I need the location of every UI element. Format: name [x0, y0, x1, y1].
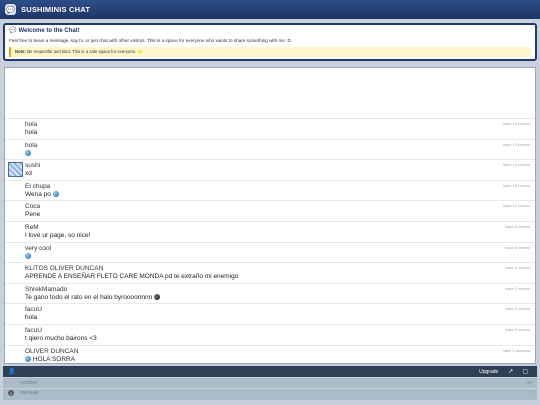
chat-message: Coca Pene hace 12 meses — [5, 200, 535, 221]
message-input[interactable]: mensaje — [20, 389, 39, 397]
user-icon[interactable]: 👤 — [8, 368, 15, 375]
emoji-icon — [25, 149, 31, 156]
welcome-panel: 💬 Welcome to the Chat! Feel free to leav… — [3, 23, 537, 61]
input-divider — [3, 388, 537, 389]
message-author: ReM — [25, 224, 39, 231]
chat-message: facuU t qiero mucho bairons <3 hace 2 mese… — [5, 324, 535, 345]
app-header: 💬 SUSHIMINIS CHAT — [0, 0, 540, 19]
message-author: OLIVER DUNCAN — [25, 347, 79, 355]
message-author: KLITOS OLIVER DUNCAN — [25, 265, 104, 273]
message-text: Wena po — [25, 191, 59, 198]
message-body: hola — [25, 314, 38, 322]
name-input[interactable]: nombre — [20, 379, 37, 387]
chat-message: hola hace 13 meses — [5, 138, 535, 160]
message-text — [25, 149, 31, 157]
avatar — [8, 162, 23, 178]
welcome-text: Feel free to leave a message, say hi, or… — [9, 38, 293, 43]
message-text: I love ur page, so nice! — [25, 232, 90, 239]
chat-message: KLITOS OLIVER DUNCAN APRENDE A ENSEÑAR FL… — [5, 262, 535, 283]
welcome-title-text: Welcome to the Chat! — [18, 27, 80, 34]
message-time: hace 13 meses — [502, 182, 530, 188]
message-text — [25, 252, 31, 260]
message-author: hola — [25, 141, 38, 149]
message-body: hola — [25, 129, 38, 136]
message-author: Coca — [25, 203, 41, 211]
message-form: nombre 40 ☺ mensaje ? — [3, 378, 537, 400]
message-author: sushi — [25, 162, 41, 170]
emoji-icon — [25, 252, 31, 259]
chat-messages[interactable]: hola hola hace 13 meses hola hace 13 meses su… — [4, 67, 536, 364]
message-time: hace 2 meses — [505, 285, 530, 291]
chat-toolbar: 👤 Upgrade ↗ ▢ — [3, 366, 537, 377]
message-author: very cool — [25, 244, 52, 252]
message-body: Te gano todo el rato en el halo byroooon… — [25, 293, 153, 301]
message-time: hace 12 meses — [502, 203, 530, 209]
message-time: hace 2 meses — [505, 306, 530, 312]
smiley-icon[interactable]: ☺ — [8, 390, 14, 396]
upgrade-link[interactable]: Upgrade — [479, 369, 498, 375]
message-body: t qiero mucho bairons <3 — [25, 335, 97, 342]
message-body: xd — [25, 170, 32, 178]
message-author: hola — [25, 121, 38, 128]
chat-message: hola hola hace 13 meses — [5, 118, 535, 139]
chat-message: ShrekMamado Te gano todo el rato en el ha… — [5, 282, 535, 304]
message-author: ShrekMamado — [25, 285, 68, 293]
chat-message: ReM I love ur page, so nice! hace 5 meses — [5, 221, 535, 242]
app-title: SUSHIMINIS CHAT — [21, 5, 91, 14]
emoji-icon — [154, 294, 161, 301]
message-time: hace 4 meses — [505, 265, 530, 271]
message-text: t qiero mucho bairons <3 — [25, 335, 97, 342]
message-time: hace 13 meses — [502, 162, 530, 168]
message-body: Pene — [25, 211, 41, 219]
message-body: Wena po — [25, 190, 51, 198]
chat-message: sushi xd hace 13 meses — [5, 159, 535, 180]
message-body: I love ur page, so nice! — [25, 232, 91, 239]
message-time: hace 1 semana — [502, 347, 530, 353]
chat-message: facuU hola hace 2 meses — [5, 303, 535, 324]
note-label: Note: — [15, 49, 26, 54]
message-time: hace 5 meses — [505, 224, 530, 229]
chat-message: OLIVER DUNCAN HOLA SORRA hace 1 semana — [5, 344, 535, 366]
message-text: xd — [25, 170, 32, 177]
message-text: Te gano todo el rato en el halo byroooon… — [25, 293, 161, 301]
message-text: Pene — [25, 211, 40, 218]
message-time: hace 13 meses — [502, 121, 530, 126]
note-text: Be respectful and kind. This is a safe s… — [27, 49, 143, 54]
emoji-icon — [52, 191, 59, 198]
message-author: El chupa — [25, 182, 51, 190]
chat-message: very cool hace 4 meses — [5, 241, 535, 263]
message-time: hace 2 meses — [505, 327, 530, 332]
message-body: APRENDE A ENSEÑAR FLETO CARE MONDA pd te… — [25, 273, 239, 281]
name-counter: 40 — [526, 380, 532, 385]
message-time: hace 4 meses — [505, 244, 530, 250]
message-text: HOLA SORRA — [25, 356, 75, 363]
message-body: HOLA SORRA — [32, 355, 76, 363]
message-author: facuU — [25, 306, 42, 314]
message-author: facuU — [25, 327, 42, 334]
welcome-note: Note: Be respectful and kind. This is a … — [9, 47, 531, 57]
speech-bubble-icon: 💬 — [9, 28, 17, 34]
message-counter: ? — [529, 390, 532, 395]
expand-icon[interactable]: ▢ — [522, 368, 528, 375]
message-text: APRENDE A ENSEÑAR FLETO CARE MONDA pd te… — [25, 273, 238, 280]
emoji-icon — [25, 355, 31, 362]
message-text: hola — [25, 129, 37, 136]
welcome-title: 💬 Welcome to the Chat! — [9, 27, 531, 35]
message-text: hola — [25, 314, 37, 321]
message-time: hace 13 meses — [502, 141, 530, 147]
external-link-icon[interactable]: ↗ — [508, 368, 513, 375]
chat-message: El chupa Wena po hace 13 meses — [5, 179, 535, 201]
chat-logo-icon: 💬 — [5, 4, 16, 15]
